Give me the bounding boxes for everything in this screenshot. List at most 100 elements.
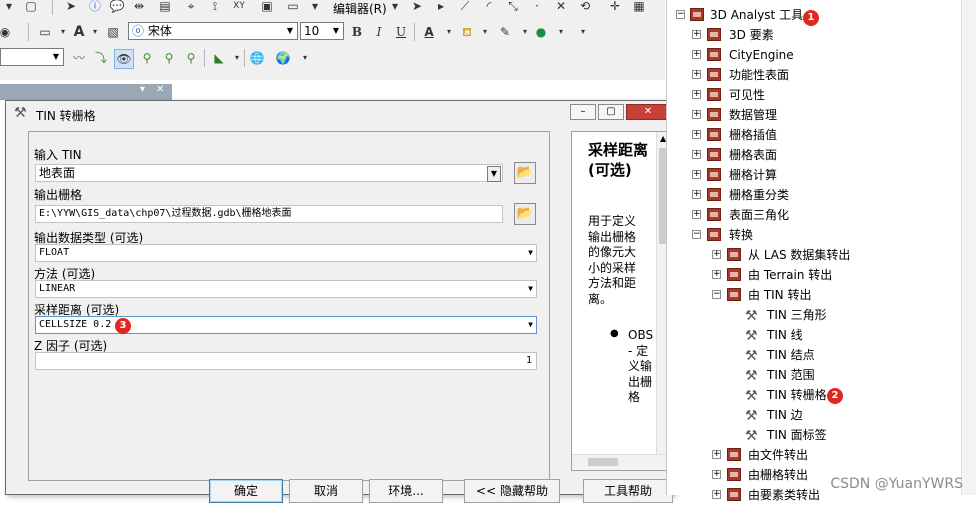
hide-help-button[interactable]: << 隐藏帮助 xyxy=(464,479,560,503)
collapse-icon[interactable]: − xyxy=(676,10,685,19)
tree-label: TIN 线 xyxy=(767,328,803,342)
expand-icon[interactable]: + xyxy=(692,150,701,159)
find-route-icon[interactable]: ⟟ xyxy=(206,0,224,15)
html-popup-icon[interactable]: 💬 xyxy=(108,0,126,15)
attributes-icon[interactable]: ✛ xyxy=(606,0,624,15)
edit-tool-icon[interactable]: ➤ xyxy=(408,0,426,15)
arcscene-globe-icon[interactable]: 🌐 xyxy=(248,49,266,67)
help-bullet: OBS - 定义输出栅格 xyxy=(628,328,654,404)
paste-icon[interactable]: ▢ xyxy=(22,0,40,15)
marker-color-icon[interactable]: ● xyxy=(532,23,550,41)
line-of-sight-icon[interactable]: 👁 xyxy=(114,49,134,69)
fill-color-icon[interactable]: ⛾ xyxy=(458,23,476,41)
identify-icon[interactable]: ⓘ xyxy=(86,0,104,15)
toolbar-options-icon[interactable]: ▾ xyxy=(296,49,314,67)
split-icon[interactable]: ✕ xyxy=(552,0,570,15)
dropdown-icon[interactable]: ▾ xyxy=(0,0,18,15)
method-select[interactable]: LINEAR ▼ xyxy=(35,280,537,298)
tool-help-button[interactable]: 工具帮助 xyxy=(583,479,673,503)
layer-select[interactable]: ▼ xyxy=(0,48,64,66)
close-button[interactable]: ✕ xyxy=(626,104,670,120)
interpolate-polygon-icon[interactable]: ⚲ xyxy=(182,49,200,67)
arcglobe-icon[interactable]: 🌍 xyxy=(274,49,292,67)
font-color-dropdown-icon[interactable]: ▾ xyxy=(440,23,458,41)
expand-icon[interactable]: + xyxy=(712,270,721,279)
rotate-icon[interactable]: ⟲ xyxy=(576,0,594,15)
go-to-xy-icon[interactable]: XY xyxy=(230,0,248,15)
dialog-titlebar[interactable]: ⚒ TIN 转栅格 – ▢ ✕ xyxy=(6,101,674,129)
pin-icon[interactable]: ▾ xyxy=(140,84,145,95)
tree-label: 功能性表面 xyxy=(729,68,790,82)
expand-icon[interactable]: + xyxy=(692,170,701,179)
marker-dropdown-icon[interactable]: ▾ xyxy=(552,23,570,41)
expand-icon[interactable]: + xyxy=(712,450,721,459)
expand-icon[interactable]: + xyxy=(692,70,701,79)
expand-icon[interactable]: + xyxy=(692,210,701,219)
viewer-icon[interactable]: ▭ xyxy=(284,0,302,15)
editor-menu[interactable]: 编辑器(R) xyxy=(333,0,387,17)
trace-icon[interactable]: ⤡ xyxy=(504,0,522,15)
toolbar-options-icon[interactable]: ▾ xyxy=(306,0,324,15)
collapse-icon[interactable]: − xyxy=(712,290,721,299)
underline-button[interactable]: U xyxy=(392,23,410,41)
cancel-button[interactable]: 取消 xyxy=(289,479,363,503)
point-icon[interactable]: · xyxy=(528,0,546,15)
input-tin-select[interactable]: 地表面 ▼ xyxy=(35,164,503,182)
tree-label: 栅格插值 xyxy=(729,128,778,142)
help-horizontal-scrollbar[interactable] xyxy=(572,454,672,470)
tree-label: 由栅格转出 xyxy=(748,468,809,482)
expand-icon[interactable]: + xyxy=(692,190,701,199)
ok-button[interactable]: 确定 xyxy=(209,479,283,503)
hammer-icon: ⚒ xyxy=(745,368,758,384)
end-point-arc-icon[interactable]: ◜ xyxy=(480,0,498,15)
expand-icon[interactable]: + xyxy=(692,90,701,99)
close-icon[interactable]: ✕ xyxy=(156,84,164,95)
scroll-thumb[interactable] xyxy=(588,458,618,466)
contour-icon[interactable]: 〰 xyxy=(70,49,88,67)
interpolate-line-icon[interactable]: ⚲ xyxy=(160,49,178,67)
browse-folder-icon[interactable]: 📂 xyxy=(514,203,536,225)
sampling-select[interactable]: CELLSIZE 0.2 ▼ xyxy=(35,316,537,334)
environments-button[interactable]: 环境... xyxy=(369,479,443,503)
text-dropdown-icon[interactable]: ▾ xyxy=(86,23,104,41)
toolset-icon xyxy=(727,268,741,281)
select-arrow-icon[interactable]: ➤ xyxy=(62,0,80,15)
z-factor-input[interactable]: 1 xyxy=(35,352,537,370)
new-text-icon[interactable]: ▧ xyxy=(104,23,122,41)
expand-icon[interactable]: + xyxy=(692,30,701,39)
expand-icon[interactable]: + xyxy=(692,50,701,59)
maximize-button[interactable]: ▢ xyxy=(598,104,624,120)
output-raster-input[interactable]: E:\YYW\GIS_data\chp07\过程数据.gdb\栅格地表面 xyxy=(35,205,503,223)
minimize-button[interactable]: – xyxy=(570,104,596,120)
data-type-select[interactable]: FLOAT ▼ xyxy=(35,244,537,262)
rectangle-icon[interactable]: ▭ xyxy=(36,23,54,41)
profile-graph-icon[interactable]: ◣ xyxy=(210,49,228,67)
measure-icon[interactable]: ⇹ xyxy=(130,0,148,15)
fill-dropdown-icon[interactable]: ▾ xyxy=(476,23,494,41)
tree-scrollbar[interactable] xyxy=(961,0,976,495)
bold-button[interactable]: B xyxy=(348,23,366,41)
toolbar-options-icon[interactable]: ▾ xyxy=(574,23,592,41)
collapse-icon[interactable]: − xyxy=(692,230,701,239)
edit-annotation-icon[interactable]: ▸ xyxy=(432,0,450,15)
font-size-select[interactable]: 10 ▼ xyxy=(300,22,344,40)
italic-button[interactable]: I xyxy=(370,23,388,41)
expand-icon[interactable]: + xyxy=(712,250,721,259)
binoculars-icon[interactable]: ⌖ xyxy=(182,0,200,15)
expand-icon[interactable]: + xyxy=(692,130,701,139)
line-color-icon[interactable]: ✎ xyxy=(496,23,514,41)
font-name-select[interactable]: ⓞ 宋体 ▼ xyxy=(128,22,298,40)
editor-dropdown-icon[interactable]: ▾ xyxy=(386,0,404,15)
browse-folder-icon[interactable]: 📂 xyxy=(514,162,536,184)
drawing-icon[interactable]: ◉ xyxy=(0,23,14,41)
font-color-button[interactable]: A xyxy=(420,23,438,41)
expand-icon[interactable]: + xyxy=(712,470,721,479)
interpolate-point-icon[interactable]: ⚲ xyxy=(138,49,156,67)
time-slider-icon[interactable]: ▣ xyxy=(258,0,276,15)
sketch-properties-icon[interactable]: ▦ xyxy=(630,0,648,15)
expand-icon[interactable]: + xyxy=(692,110,701,119)
annotation-badge-3: 3 xyxy=(115,318,131,334)
steepest-path-icon[interactable]: ⤵ xyxy=(92,49,110,67)
find-icon[interactable]: ▤ xyxy=(156,0,174,15)
straight-segment-icon[interactable]: ⟋ xyxy=(456,0,474,15)
